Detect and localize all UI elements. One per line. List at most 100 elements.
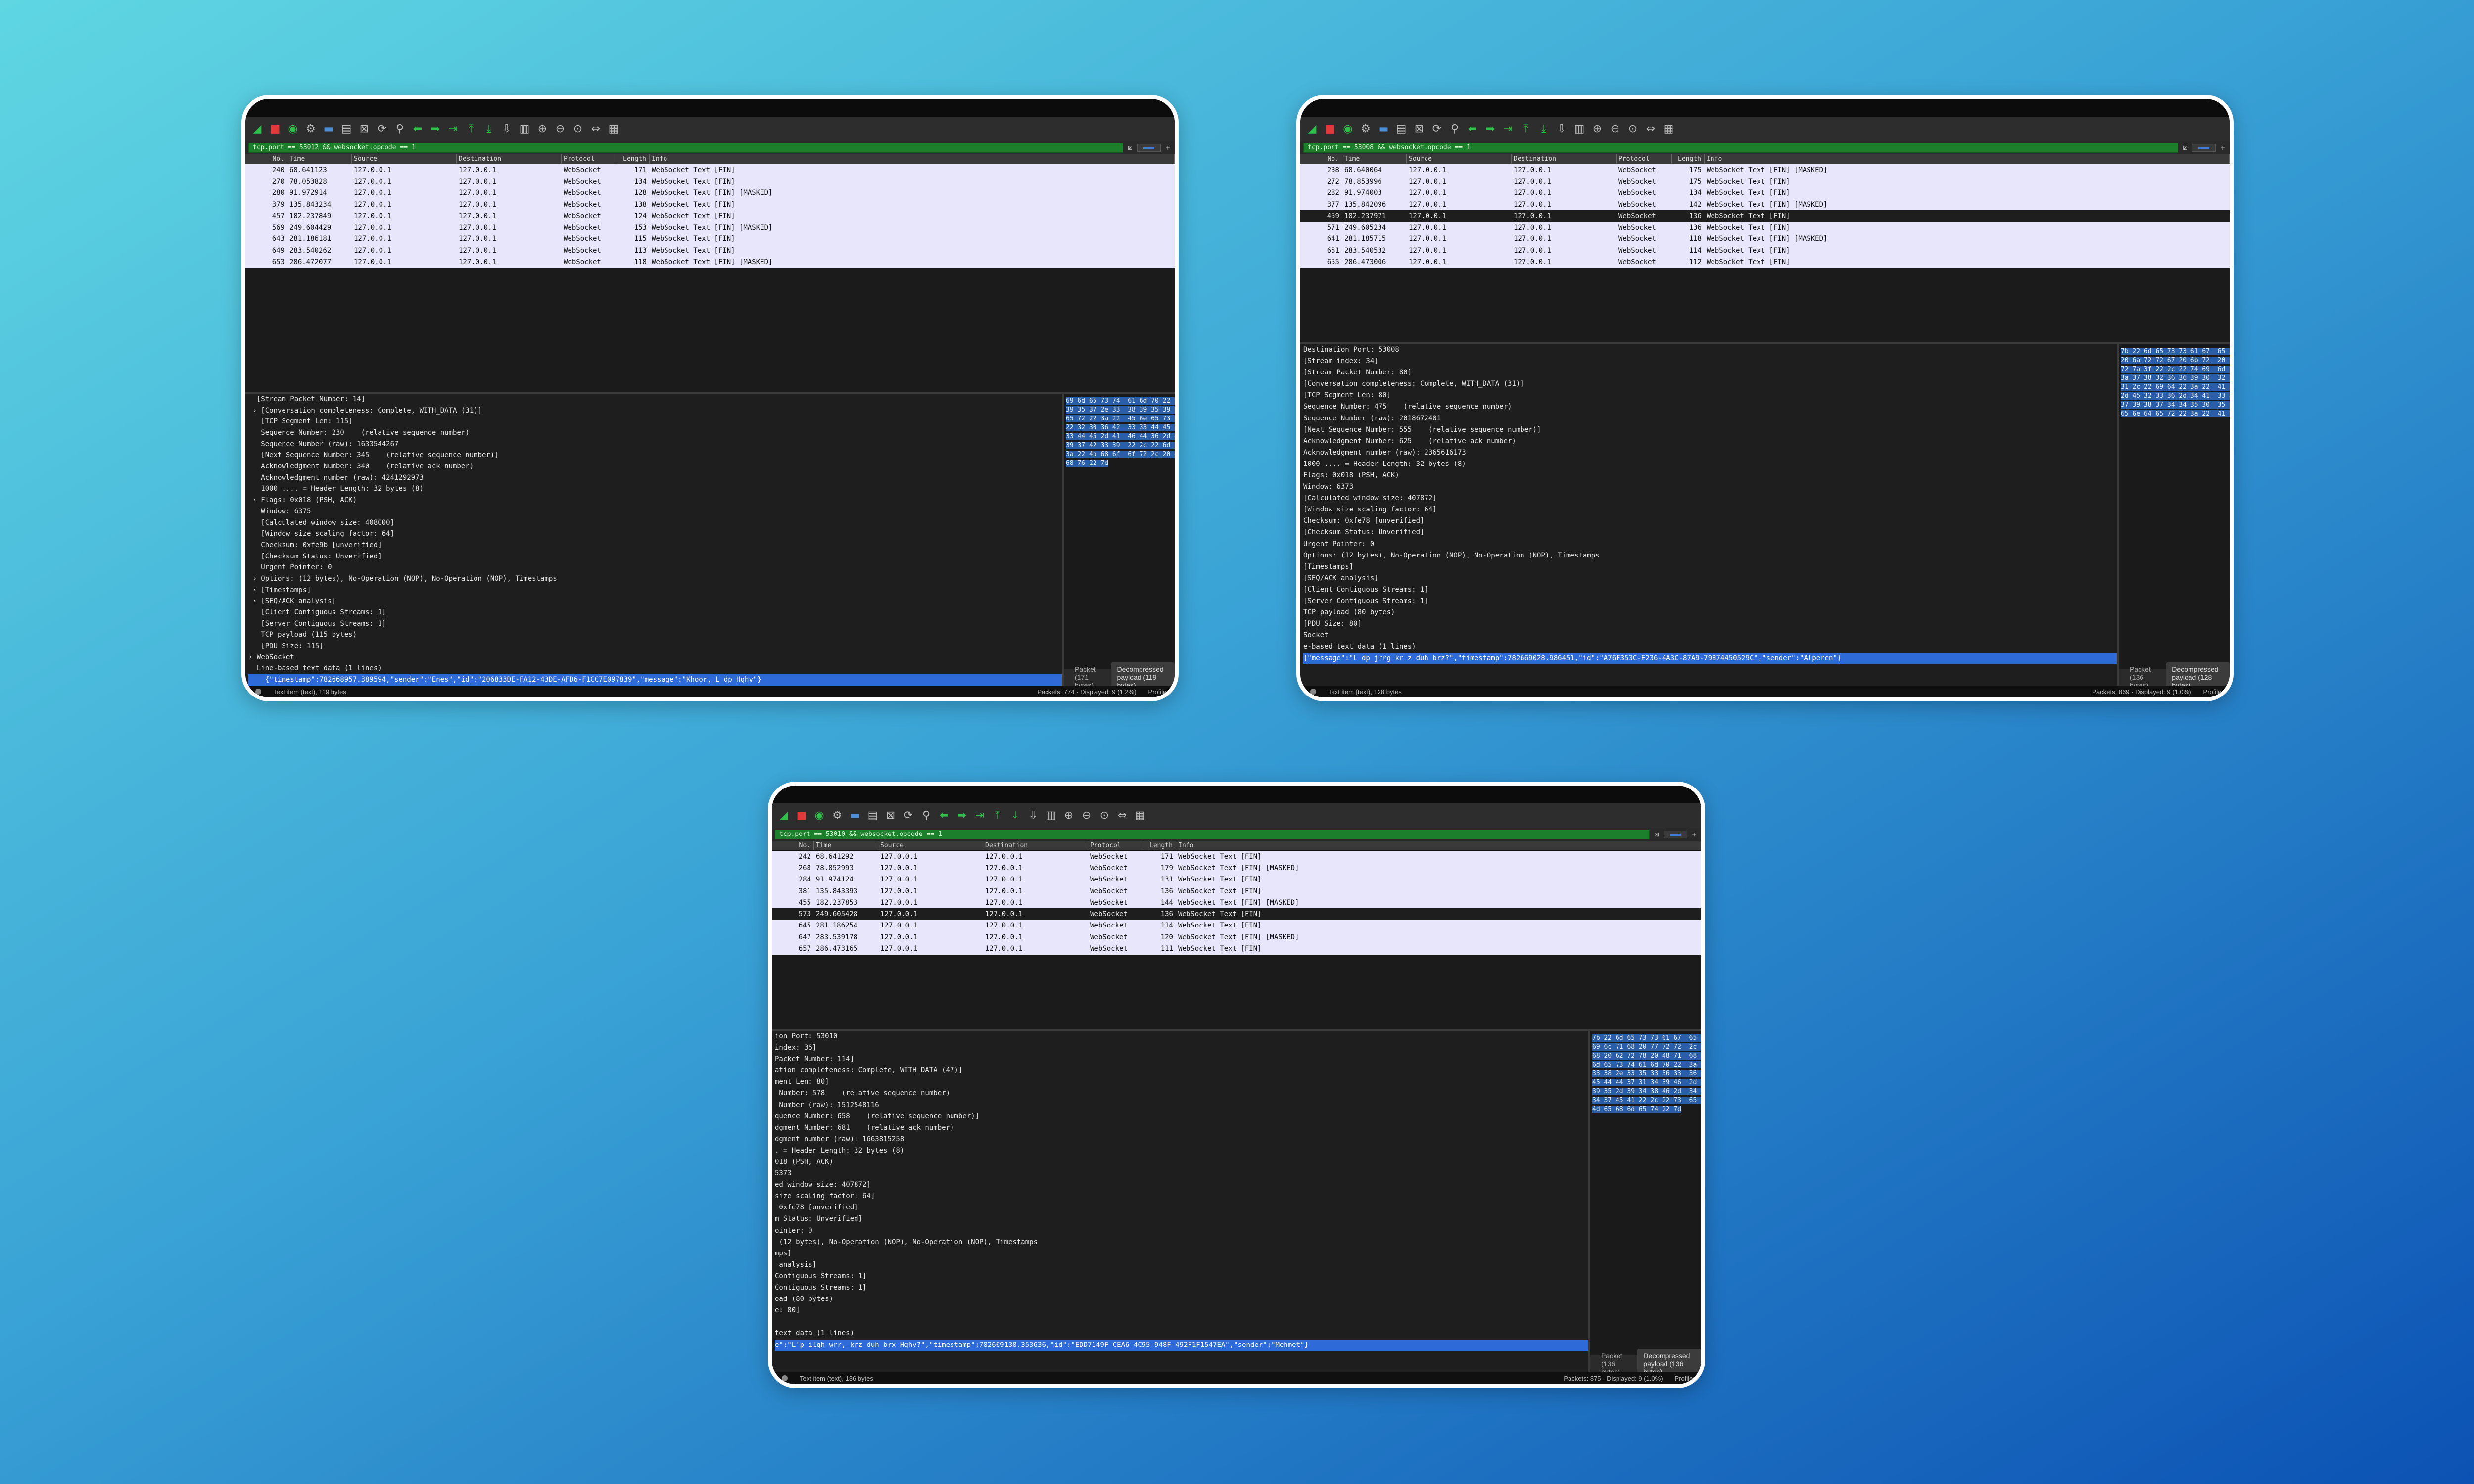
col-protocol-header[interactable]: Protocol xyxy=(1617,154,1672,164)
go-last-icon[interactable]: ⤓ xyxy=(1537,122,1551,136)
zoom-in-icon[interactable]: ⊕ xyxy=(535,122,549,136)
packet-row[interactable]: 573 249.605428 127.0.0.1 127.0.0.1 WebSocket… xyxy=(772,908,1701,920)
col-info-header[interactable]: Info xyxy=(650,154,1175,164)
packet-row[interactable]: 268 78.852993 127.0.0.1 127.0.0.1 WebSocket 1… xyxy=(772,862,1701,874)
find-packet-icon[interactable]: ⚲ xyxy=(393,122,407,136)
go-to-packet-icon[interactable]: ⇥ xyxy=(973,809,987,823)
zoom-reset-icon[interactable]: ⊙ xyxy=(1097,809,1111,823)
col-destination-header[interactable]: Destination xyxy=(1512,154,1617,164)
detail-line[interactable]: dgment Number: 681 (relative ack number) xyxy=(775,1122,1588,1134)
capture-options-icon[interactable]: ⚙ xyxy=(1359,122,1373,136)
packet-row[interactable]: 282 91.974003 127.0.0.1 127.0.0.1 WebSocket 1… xyxy=(1300,187,2230,199)
detail-line[interactable]: ment Len: 80] xyxy=(775,1076,1588,1088)
detail-line[interactable]: text data (1 lines) xyxy=(775,1328,1588,1339)
detail-line[interactable]: e-based text data (1 lines) xyxy=(1303,641,2117,652)
go-forward-icon[interactable]: ➡ xyxy=(955,809,969,823)
stop-capture-icon[interactable]: ■ xyxy=(1323,122,1337,136)
col-destination-header[interactable]: Destination xyxy=(983,841,1088,850)
detail-line[interactable]: e":"L'p ilqh wrr, krz duh brx Hqhv?","ti… xyxy=(775,1339,1588,1351)
detail-line[interactable]: Options: (12 bytes), No-Operation (NOP),… xyxy=(1303,550,2117,561)
auto-scroll-icon[interactable]: ⇩ xyxy=(1555,122,1569,136)
shark-fin-icon[interactable]: ◢ xyxy=(777,809,791,823)
add-filter-button[interactable]: + xyxy=(1690,831,1698,838)
col-protocol-header[interactable]: Protocol xyxy=(1088,841,1143,850)
display-filter-input[interactable]: tcp.port == 53010 && websocket.opcode ==… xyxy=(775,830,1650,839)
detail-line[interactable]: Packet Number: 114] xyxy=(775,1054,1588,1065)
detail-line[interactable]: [SEQ/ACK analysis] xyxy=(1303,573,2117,584)
detail-line[interactable] xyxy=(775,1316,1588,1328)
col-source-header[interactable]: Source xyxy=(1407,154,1512,164)
status-profile[interactable]: Profile: D xyxy=(2203,688,2230,696)
colorize-icon[interactable]: ▥ xyxy=(1572,122,1586,136)
packet-row[interactable]: 647 283.539178 127.0.0.1 127.0.0.1 WebSocket… xyxy=(772,931,1701,943)
detail-line[interactable]: Checksum: 0xfe78 [unverified] xyxy=(1303,515,2117,527)
expert-info-icon[interactable] xyxy=(782,1375,788,1381)
go-first-icon[interactable]: ⤒ xyxy=(991,809,1004,823)
detail-line[interactable]: [Checksum Status: Unverified] xyxy=(1303,527,2117,538)
detail-line[interactable]: [Calculated window size: 407872] xyxy=(1303,493,2117,504)
detail-line[interactable]: ointer: 0 xyxy=(775,1225,1588,1237)
detail-line[interactable]: mps] xyxy=(775,1248,1588,1259)
detail-line[interactable]: [PDU Size: 80] xyxy=(1303,618,2117,630)
zoom-out-icon[interactable]: ⊖ xyxy=(1080,809,1094,823)
detail-line[interactable]: oad (80 bytes) xyxy=(775,1294,1588,1305)
detail-line[interactable]: ion Port: 53010 xyxy=(775,1031,1588,1042)
detail-line[interactable]: Destination Port: 53008 xyxy=(1303,344,2117,356)
detail-line[interactable]: Checksum: 0xfe9b [unverified] xyxy=(248,540,1062,551)
zoom-out-icon[interactable]: ⊖ xyxy=(553,122,567,136)
detail-line[interactable]: › WebSocket xyxy=(248,652,1062,663)
detail-line[interactable]: Window: 6375 xyxy=(248,506,1062,517)
packet-row[interactable]: 242 68.641292 127.0.0.1 127.0.0.1 WebSocket 1… xyxy=(772,851,1701,862)
detail-line[interactable]: analysis] xyxy=(775,1259,1588,1271)
add-filter-button[interactable]: + xyxy=(1164,144,1172,152)
reload-file-icon[interactable]: ⟳ xyxy=(375,122,389,136)
packet-row[interactable]: 381 135.843393 127.0.0.1 127.0.0.1 WebSocket… xyxy=(772,885,1701,897)
detail-line[interactable]: Socket xyxy=(1303,630,2117,641)
detail-line[interactable]: [PDU Size: 115] xyxy=(248,641,1062,652)
col-source-header[interactable]: Source xyxy=(878,841,983,850)
detail-line[interactable]: . = Header Length: 32 bytes (8) xyxy=(775,1145,1588,1157)
packet-row[interactable]: 645 281.186254 127.0.0.1 127.0.0.1 WebSocket… xyxy=(772,920,1701,931)
packet-row[interactable]: 284 91.974124 127.0.0.1 127.0.0.1 WebSocket 1… xyxy=(772,874,1701,885)
resize-columns-icon[interactable]: ⇔ xyxy=(1115,809,1129,823)
capture-options-icon[interactable]: ⚙ xyxy=(830,809,844,823)
detail-line[interactable]: quence Number: 658 (relative sequence nu… xyxy=(775,1111,1588,1122)
packet-row[interactable]: 272 78.853996 127.0.0.1 127.0.0.1 WebSocket 1… xyxy=(1300,176,2230,187)
packet-row[interactable]: 643 281.186181 127.0.0.1 127.0.0.1 WebSocket… xyxy=(245,233,1175,245)
detail-line[interactable]: [Calculated window size: 408000] xyxy=(248,517,1062,529)
go-to-packet-icon[interactable]: ⇥ xyxy=(446,122,460,136)
col-length-header[interactable]: Length xyxy=(1672,154,1705,164)
stop-capture-icon[interactable]: ■ xyxy=(268,122,282,136)
auto-scroll-icon[interactable]: ⇩ xyxy=(1026,809,1040,823)
detail-line[interactable]: › [SEQ/ACK analysis] xyxy=(248,596,1062,607)
packet-row[interactable]: 379 135.843234 127.0.0.1 127.0.0.1 WebSocket… xyxy=(245,199,1175,210)
detail-line[interactable]: Acknowledgment Number: 625 (relative ack… xyxy=(1303,436,2117,447)
detail-line[interactable]: 1000 .... = Header Length: 32 bytes (8) xyxy=(248,483,1062,495)
stop-capture-icon[interactable]: ■ xyxy=(795,809,809,823)
clear-filter-icon[interactable]: ⊠ xyxy=(2181,144,2189,152)
detail-line[interactable]: Number: 578 (relative sequence number) xyxy=(775,1088,1588,1099)
detail-line[interactable]: Urgent Pointer: 0 xyxy=(1303,539,2117,550)
detail-line[interactable]: [TCP Segment Len: 80] xyxy=(1303,390,2117,401)
col-info-header[interactable]: Info xyxy=(1705,154,2230,164)
detail-line[interactable]: [Stream index: 34] xyxy=(1303,356,2117,367)
save-file-icon[interactable]: ▤ xyxy=(339,122,353,136)
shark-fin-icon[interactable]: ◢ xyxy=(1305,122,1319,136)
detail-line[interactable]: [Window size scaling factor: 64] xyxy=(1303,504,2117,515)
detail-line[interactable]: Number (raw): 1512548116 xyxy=(775,1100,1588,1111)
detail-line[interactable]: [Client Contiguous Streams: 1] xyxy=(248,607,1062,618)
detail-line[interactable]: [TCP Segment Len: 115] xyxy=(248,416,1062,427)
clear-filter-icon[interactable]: ⊠ xyxy=(1126,144,1134,152)
detail-line[interactable]: › [Timestamps] xyxy=(248,585,1062,596)
detail-line[interactable]: [Conversation completeness: Complete, WI… xyxy=(1303,378,2117,390)
detail-line[interactable]: Contiguous Streams: 1] xyxy=(775,1271,1588,1282)
col-time-header[interactable]: Time xyxy=(1342,154,1407,164)
save-file-icon[interactable]: ▤ xyxy=(1394,122,1408,136)
go-last-icon[interactable]: ⤓ xyxy=(482,122,496,136)
col-time-header[interactable]: Time xyxy=(287,154,352,164)
detail-line[interactable]: Sequence Number (raw): 2018672481 xyxy=(1303,413,2117,424)
clear-filter-icon[interactable]: ⊠ xyxy=(1653,831,1661,838)
col-length-header[interactable]: Length xyxy=(1143,841,1176,850)
close-file-icon[interactable]: ⊠ xyxy=(357,122,371,136)
packet-row[interactable]: 641 281.185715 127.0.0.1 127.0.0.1 WebSocket… xyxy=(1300,233,2230,245)
